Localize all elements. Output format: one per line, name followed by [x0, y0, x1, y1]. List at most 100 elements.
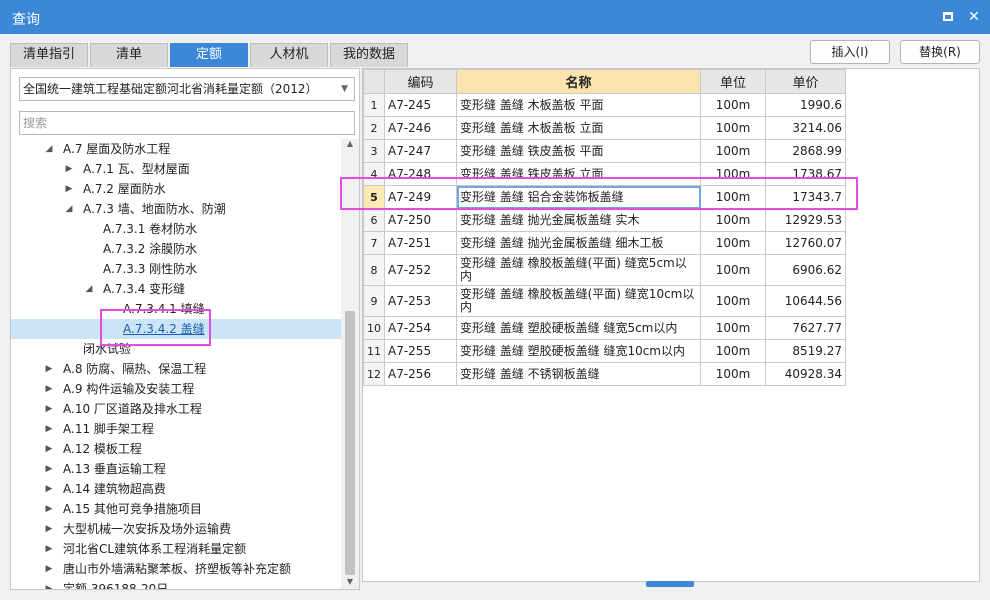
- tree-item[interactable]: A.7.3.2 涂膜防水: [11, 239, 341, 259]
- tab-list-guide[interactable]: 清单指引: [10, 43, 88, 67]
- table-row[interactable]: 9 A7-253 变形缝 盖缝 橡胶板盖缝(平面) 缝宽10cm以内 100m 1064…: [363, 285, 846, 317]
- cell-name[interactable]: 变形缝 盖缝 木板盖板 平面: [456, 93, 701, 117]
- cell-code[interactable]: A7-251: [384, 231, 457, 255]
- collapse-arrow-icon[interactable]: ◢: [83, 279, 95, 299]
- row-number[interactable]: 7: [363, 231, 385, 255]
- tree-item[interactable]: ▶ A.12 模板工程: [11, 439, 341, 459]
- cell-code[interactable]: A7-254: [384, 316, 457, 340]
- cell-name[interactable]: 变形缝 盖缝 木板盖板 立面: [456, 116, 701, 140]
- tree-item[interactable]: ▶ A.7.2 屋面防水: [11, 179, 341, 199]
- cell-price[interactable]: 2868.99: [765, 139, 846, 163]
- tree-item[interactable]: A.7.3.4.2 盖缝: [11, 319, 341, 339]
- table-row[interactable]: 12 A7-256 变形缝 盖缝 不锈钢板盖缝 100m 40928.34: [363, 362, 846, 386]
- expand-arrow-icon[interactable]: ▶: [43, 539, 55, 559]
- tree-item[interactable]: ▶ 河北省CL建筑体系工程消耗量定额: [11, 539, 341, 559]
- cell-code[interactable]: A7-247: [384, 139, 457, 163]
- insert-button[interactable]: 插入(I): [810, 40, 890, 64]
- cell-price[interactable]: 7627.77: [765, 316, 846, 340]
- cell-name[interactable]: 变形缝 盖缝 塑胶硬板盖缝 缝宽10cm以内: [456, 339, 701, 363]
- table-row[interactable]: 3 A7-247 变形缝 盖缝 铁皮盖板 平面 100m 2868.99: [363, 139, 846, 163]
- cell-unit[interactable]: 100m: [700, 162, 766, 186]
- cell-name[interactable]: 变形缝 盖缝 铁皮盖板 立面: [456, 162, 701, 186]
- header-name[interactable]: 名称: [456, 69, 701, 94]
- expand-arrow-icon[interactable]: ▶: [43, 419, 55, 439]
- cell-name[interactable]: 变形缝 盖缝 铁皮盖板 平面: [456, 139, 701, 163]
- table-row[interactable]: 2 A7-246 变形缝 盖缝 木板盖板 立面 100m 3214.06: [363, 116, 846, 140]
- table-row[interactable]: 6 A7-250 变形缝 盖缝 抛光金属板盖缝 实木 100m 12929.53: [363, 208, 846, 232]
- scroll-up-icon[interactable]: ▲: [341, 139, 359, 151]
- tree-item[interactable]: ▶ A.8 防腐、隔热、保温工程: [11, 359, 341, 379]
- tree-item[interactable]: ▶ A.15 其他可竞争措施项目: [11, 499, 341, 519]
- tab-my-data[interactable]: 我的数据: [330, 43, 408, 67]
- tab-list[interactable]: 清单: [90, 43, 168, 67]
- tab-labor-material-machine[interactable]: 人材机: [250, 43, 328, 67]
- tree-item[interactable]: ◢ A.7 屋面及防水工程: [11, 139, 341, 159]
- row-number[interactable]: 12: [363, 362, 385, 386]
- expand-arrow-icon[interactable]: ▶: [43, 519, 55, 539]
- tree-item[interactable]: ▶ A.11 脚手架工程: [11, 419, 341, 439]
- tree-item[interactable]: ▶ A.7.1 瓦、型材屋面: [11, 159, 341, 179]
- cell-price[interactable]: 1738.67: [765, 162, 846, 186]
- table-row[interactable]: 8 A7-252 变形缝 盖缝 橡胶板盖缝(平面) 缝宽5cm以内 100m 6906.…: [363, 254, 846, 286]
- expand-arrow-icon[interactable]: ▶: [43, 459, 55, 479]
- table-row[interactable]: 10 A7-254 变形缝 盖缝 塑胶硬板盖缝 缝宽5cm以内 100m 7627.77: [363, 316, 846, 340]
- collapse-arrow-icon[interactable]: ◢: [63, 199, 75, 219]
- cell-name[interactable]: 变形缝 盖缝 不锈钢板盖缝: [456, 362, 701, 386]
- cell-unit[interactable]: 100m: [700, 116, 766, 140]
- table-row[interactable]: 5 A7-249 变形缝 盖缝 铝合金装饰板盖缝 100m 17343.7: [363, 185, 846, 209]
- close-icon[interactable]: ✕: [966, 9, 982, 25]
- cell-name[interactable]: 变形缝 盖缝 抛光金属板盖缝 细木工板: [456, 231, 701, 255]
- expand-arrow-icon[interactable]: ▶: [63, 159, 75, 179]
- cell-code[interactable]: A7-250: [384, 208, 457, 232]
- replace-button[interactable]: 替换(R): [900, 40, 980, 64]
- tree-item[interactable]: ▶ 唐山市外墙满粘聚苯板、挤塑板等补充定额: [11, 559, 341, 579]
- search-input[interactable]: 搜索: [19, 111, 355, 135]
- row-number[interactable]: 6: [363, 208, 385, 232]
- expand-arrow-icon[interactable]: ▶: [43, 399, 55, 419]
- tree-item[interactable]: ◢ A.7.3.4 变形缝: [11, 279, 341, 299]
- chevron-down-icon[interactable]: ▼: [341, 78, 348, 100]
- tree-item[interactable]: ▶ A.9 构件运输及安装工程: [11, 379, 341, 399]
- cell-unit[interactable]: 100m: [700, 231, 766, 255]
- tab-quota[interactable]: 定额: [170, 43, 248, 67]
- tree-item[interactable]: 闭水试验: [11, 339, 341, 359]
- cell-price[interactable]: 12760.07: [765, 231, 846, 255]
- table-row[interactable]: 1 A7-245 变形缝 盖缝 木板盖板 平面 100m 1990.6: [363, 93, 846, 117]
- table-row[interactable]: 7 A7-251 变形缝 盖缝 抛光金属板盖缝 细木工板 100m 12760.07: [363, 231, 846, 255]
- cell-price[interactable]: 6906.62: [765, 254, 846, 286]
- expand-arrow-icon[interactable]: ▶: [43, 479, 55, 499]
- cell-name[interactable]: 变形缝 盖缝 塑胶硬板盖缝 缝宽5cm以内: [456, 316, 701, 340]
- tree-item[interactable]: ▶ A.13 垂直运输工程: [11, 459, 341, 479]
- cell-code[interactable]: A7-253: [384, 285, 457, 317]
- row-number[interactable]: 11: [363, 339, 385, 363]
- cell-code[interactable]: A7-249: [384, 185, 457, 209]
- tree-item[interactable]: ▶ A.14 建筑物超高费: [11, 479, 341, 499]
- table-row[interactable]: 4 A7-248 变形缝 盖缝 铁皮盖板 立面 100m 1738.67: [363, 162, 846, 186]
- cell-price[interactable]: 40928.34: [765, 362, 846, 386]
- expand-arrow-icon[interactable]: ▶: [43, 439, 55, 459]
- row-number[interactable]: 1: [363, 93, 385, 117]
- header-unit[interactable]: 单位: [700, 69, 766, 94]
- scroll-down-icon[interactable]: ▼: [341, 577, 359, 589]
- expand-arrow-icon[interactable]: ▶: [43, 579, 55, 589]
- expand-arrow-icon[interactable]: ▶: [63, 179, 75, 199]
- cell-name[interactable]: 变形缝 盖缝 橡胶板盖缝(平面) 缝宽5cm以内: [456, 254, 701, 286]
- tree-scrollbar[interactable]: ▲ ▼: [341, 139, 359, 589]
- row-number[interactable]: 3: [363, 139, 385, 163]
- cell-unit[interactable]: 100m: [700, 285, 766, 317]
- tree-item[interactable]: ◢ A.7.3 墙、地面防水、防潮: [11, 199, 341, 219]
- cell-unit[interactable]: 100m: [700, 254, 766, 286]
- row-number[interactable]: 2: [363, 116, 385, 140]
- cell-unit[interactable]: 100m: [700, 208, 766, 232]
- splitter-handle[interactable]: [646, 581, 694, 587]
- tree-item[interactable]: A.7.3.3 刚性防水: [11, 259, 341, 279]
- cell-unit[interactable]: 100m: [700, 139, 766, 163]
- expand-arrow-icon[interactable]: ▶: [43, 559, 55, 579]
- maximize-icon[interactable]: [940, 9, 956, 25]
- header-code[interactable]: 编码: [384, 69, 457, 94]
- row-number[interactable]: 4: [363, 162, 385, 186]
- cell-unit[interactable]: 100m: [700, 339, 766, 363]
- cell-code[interactable]: A7-246: [384, 116, 457, 140]
- header-price[interactable]: 单价: [765, 69, 846, 94]
- scrollbar-thumb[interactable]: [345, 311, 355, 575]
